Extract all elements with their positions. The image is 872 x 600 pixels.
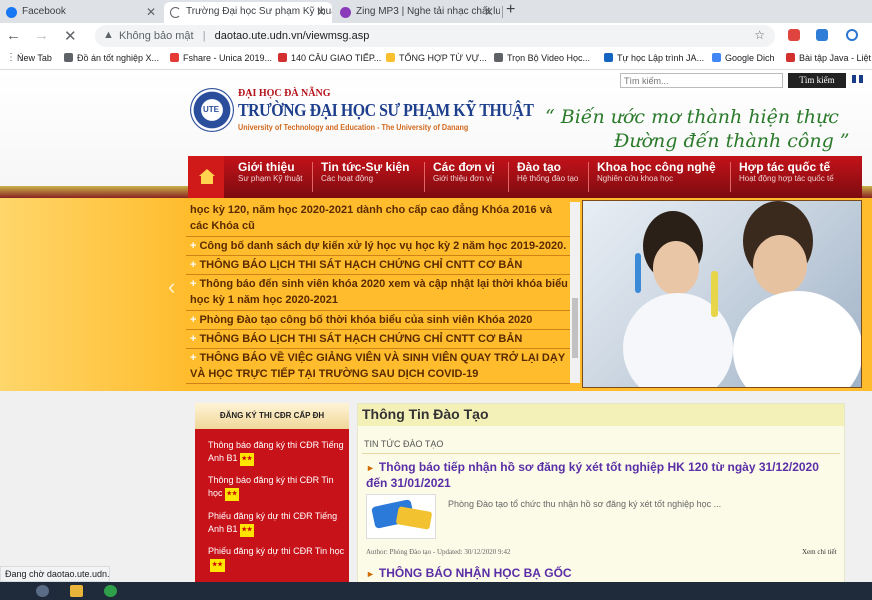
slogan-line-1: “ Biến ước mơ thành hiện thực bbox=[545, 106, 839, 128]
sidebar-exam-registration: ĐĂNG KÝ THI CĐR CẤP ĐH Thông báo đăng ký… bbox=[195, 403, 349, 582]
news-link[interactable]: + Phòng Đào tạo công bố thời khóa biểu củ… bbox=[190, 312, 570, 328]
sidebar-link[interactable]: Thông báo đăng ký thi CĐR Tiếng Anh B1 ★★ bbox=[195, 439, 349, 466]
nav-khoa-hoc-cong-nghe[interactable]: Khoa học công nghệ Nghiên cứu khoa học bbox=[597, 160, 716, 183]
tab-zing-mp3[interactable]: Zing MP3 | Nghe tải nhạc chất lư ✕ bbox=[334, 2, 500, 23]
address-bar[interactable]: ▲ Không bảo mật | daotao.ute.udn.vn/view… bbox=[95, 25, 775, 47]
article-description: Phòng Đào tạo tổ chức thu nhận hồ sơ đăn… bbox=[448, 499, 722, 509]
loading-spinner-icon bbox=[170, 7, 181, 18]
sidebar-link[interactable]: Thông báo đăng ký thi CĐR Tin học ★★ bbox=[195, 474, 349, 501]
bookmark-tu-hoc[interactable]: Tự học Lập trình JA... bbox=[604, 53, 704, 63]
extension-icon[interactable] bbox=[816, 29, 828, 41]
facebook-icon bbox=[6, 7, 17, 18]
search-button[interactable]: Tìm kiếm bbox=[788, 73, 846, 88]
sidebar-link[interactable]: Phiếu đăng ký dự thi CĐR Tin học★★ bbox=[195, 545, 349, 572]
panel-title: Thông Tin Đào Tạo bbox=[358, 404, 844, 426]
search-icon[interactable] bbox=[36, 585, 49, 597]
new-badge-icon: ★★ bbox=[224, 488, 240, 501]
close-tab-icon[interactable]: ✕ bbox=[484, 5, 494, 19]
news-link[interactable]: học kỳ 120, năm học 2020-2021 dành cho c… bbox=[190, 202, 570, 234]
browser-icon[interactable] bbox=[104, 585, 117, 597]
article-title-link[interactable]: ► THÔNG BÁO NHẬN HỌC BẠ GỐC bbox=[366, 566, 572, 582]
news-link[interactable]: + THÔNG BÁO VỀ VIỆC GIẢNG VIÊN VÀ SINH VI… bbox=[190, 350, 570, 382]
browser-status-bar: Đang chờ daotao.ute.udn.vn... bbox=[0, 566, 110, 582]
tab-title: Facebook bbox=[22, 6, 66, 17]
tab-separator bbox=[502, 6, 503, 18]
forward-arrow-icon[interactable]: → bbox=[34, 27, 49, 44]
tab-ute-active[interactable]: Trường Đại học Sư phạm Kỹ thuậ ✕ bbox=[164, 2, 332, 23]
bookmark-new-tab[interactable]: New Tab bbox=[4, 53, 52, 63]
news-link[interactable]: + THÔNG BÁO LỊCH THI SÁT HẠCH CHỨNG CHỈ C… bbox=[190, 331, 570, 347]
read-more-link[interactable]: Xem chi tiết bbox=[802, 548, 837, 556]
university-name: TRƯỜNG ĐẠI HỌC SƯ PHẠM KỸ THUẬT bbox=[238, 100, 534, 120]
web-page: Tìm kiếm UTE ĐẠI HỌC ĐÀ NẴNG TRƯỜNG ĐẠI … bbox=[0, 70, 872, 582]
security-label: Không bảo mật bbox=[119, 30, 194, 42]
warning-icon: ▲ bbox=[103, 29, 114, 41]
new-tab-button[interactable]: + bbox=[506, 1, 515, 19]
url-text: daotao.ute.udn.vn/viewmsg.asp bbox=[214, 30, 370, 42]
arrow-right-icon: ► bbox=[366, 569, 375, 579]
news-link[interactable]: + THÔNG BÁO LỊCH THI SÁT HẠCH CHỨNG CHỈ C… bbox=[190, 257, 570, 273]
new-badge-icon: ★★ bbox=[239, 524, 255, 537]
article-title-link[interactable]: ► Thông báo tiếp nhận hồ sơ đăng ký xét t… bbox=[366, 460, 836, 491]
close-tab-icon[interactable]: ✕ bbox=[316, 5, 326, 19]
os-taskbar bbox=[0, 582, 872, 600]
logo-text: UTE bbox=[203, 105, 219, 114]
bookmark-google-dich[interactable]: Google Dich bbox=[712, 53, 775, 63]
tab-title: Zing MP3 | Nghe tải nhạc chất lư bbox=[356, 6, 500, 17]
news-marquee: học kỳ 120, năm học 2020-2021 dành cho c… bbox=[186, 202, 570, 384]
extension-icon[interactable] bbox=[788, 29, 800, 41]
english-flag-icon[interactable] bbox=[852, 75, 863, 83]
back-arrow-icon[interactable]: ← bbox=[6, 27, 21, 44]
article-thumbnail[interactable] bbox=[366, 494, 436, 539]
bookmark-tron-bo[interactable]: Trọn Bộ Video Học... bbox=[494, 53, 590, 63]
tab-facebook[interactable]: Facebook ✕ bbox=[0, 2, 162, 23]
home-button[interactable] bbox=[188, 156, 224, 198]
nav-hop-tac-quoc-te[interactable]: Hợp tác quốc tế Hoạt động hợp tác quốc t… bbox=[739, 160, 834, 183]
nav-dao-tao[interactable]: Đào tạo Hệ thống đào tạo bbox=[517, 160, 578, 183]
tab-title: Trường Đại học Sư phạm Kỹ thuậ bbox=[186, 6, 332, 17]
news-banner: ‹ học kỳ 120, năm học 2020-2021 dành cho… bbox=[0, 198, 872, 391]
banner-photo-students-lab bbox=[582, 200, 862, 388]
browser-tab-strip: Facebook ✕ Trường Đại học Sư phạm Kỹ thu… bbox=[0, 0, 872, 23]
close-tab-icon[interactable]: ✕ bbox=[146, 5, 156, 19]
chevron-left-icon[interactable]: ‹ bbox=[168, 274, 175, 300]
news-scrollbar[interactable] bbox=[570, 202, 580, 383]
stop-loading-icon[interactable]: ✕ bbox=[64, 27, 77, 45]
nav-bar: Giới thiệu Sư phạm Kỹ thuật Tin tức-Sự k… bbox=[188, 156, 862, 198]
bookmark-tong-hop[interactable]: TỔNG HỢP TỪ VỰ... bbox=[386, 53, 487, 63]
bookmark-do-an[interactable]: Đồ án tốt nghiệp X... bbox=[64, 53, 159, 63]
arrow-right-icon: ► bbox=[366, 463, 375, 473]
panel-subtitle: TIN TỨC ĐÀO TẠO bbox=[364, 439, 444, 449]
new-badge-icon: ★★ bbox=[210, 559, 225, 572]
nav-cac-don-vi[interactable]: Các đơn vị Giới thiệu đơn vị bbox=[433, 160, 495, 183]
bookmarks-bar: ⋮⋮ New Tab Đồ án tốt nghiệp X... Fshare … bbox=[0, 49, 872, 70]
news-link[interactable]: + Thông báo đến sinh viên khóa 2020 xem v… bbox=[190, 276, 570, 308]
search-input[interactable] bbox=[620, 73, 783, 88]
news-link[interactable]: + Công bố danh sách dự kiến xử lý học vụ … bbox=[190, 238, 570, 254]
article-meta: Author: Phòng Đào tạo - Updated: 30/12/2… bbox=[366, 548, 511, 556]
sidebar-title: ĐĂNG KÝ THI CĐR CẤP ĐH bbox=[195, 403, 349, 429]
profile-icon[interactable] bbox=[846, 29, 858, 41]
new-badge-icon: ★★ bbox=[239, 453, 255, 466]
site-header: Tìm kiếm UTE ĐẠI HỌC ĐÀ NẴNG TRƯỜNG ĐẠI … bbox=[0, 70, 872, 198]
main-navigation: Giới thiệu Sư phạm Kỹ thuật Tin tức-Sự k… bbox=[0, 156, 872, 198]
training-news-panel: Thông Tin Đào Tạo TIN TỨC ĐÀO TẠO ► Thông… bbox=[357, 403, 845, 582]
bookmark-star-icon[interactable]: ☆ bbox=[754, 28, 765, 42]
nav-gioi-thieu[interactable]: Giới thiệu Sư phạm Kỹ thuật bbox=[238, 160, 303, 183]
university-logo[interactable]: UTE bbox=[190, 88, 234, 132]
bookmark-fshare[interactable]: Fshare - Unica 2019... bbox=[170, 53, 272, 63]
home-icon bbox=[199, 169, 215, 176]
zing-mp3-icon bbox=[340, 7, 351, 18]
slogan-line-2: Đường đến thành công ” bbox=[614, 130, 850, 152]
university-name-english: University of Technology and Education -… bbox=[238, 123, 469, 132]
bookmark-bai-tap-java[interactable]: Bài tập Java - Liệt k bbox=[786, 53, 872, 63]
sidebar-link[interactable]: Phiếu đăng ký dự thi CĐR Tiếng Anh B1 ★★ bbox=[195, 510, 349, 537]
parent-organization: ĐẠI HỌC ĐÀ NẴNG bbox=[238, 88, 331, 99]
browser-toolbar: ← → ✕ ▲ Không bảo mật | daotao.ute.udn.v… bbox=[0, 23, 872, 49]
nav-tin-tuc[interactable]: Tin tức-Sự kiện Các hoạt động bbox=[321, 160, 410, 183]
bookmark-140-cau[interactable]: 140 CÂU GIAO TIẾP... bbox=[278, 53, 381, 63]
file-explorer-icon[interactable] bbox=[70, 585, 83, 597]
